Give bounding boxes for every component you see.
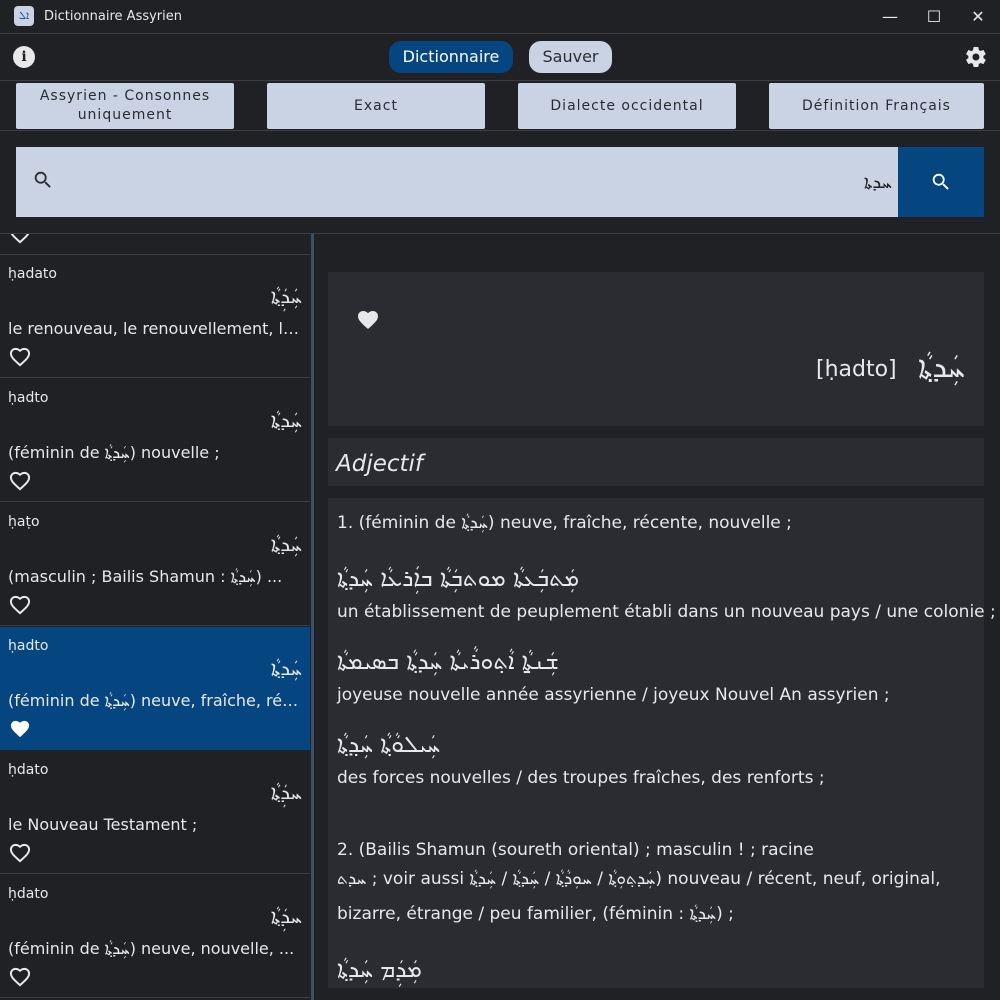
entry-syriac-word: ܚܲܕܬ݂ܵܐ — [918, 350, 965, 385]
search-button[interactable] — [898, 147, 984, 217]
heart-outline-icon[interactable] — [9, 595, 31, 615]
example-translation: un établissement de peuplement établi da… — [337, 602, 996, 622]
heart-filled-icon[interactable] — [356, 309, 380, 331]
definition-preview: (féminin de ܚܲܕܬ݂ܵܐ) nouvelle ; — [8, 443, 220, 462]
definition-line: 2. (Bailis Shamun (soureth oriental) ; m… — [337, 840, 814, 860]
entry-header-card — [328, 272, 984, 426]
list-item[interactable] — [0, 234, 310, 255]
app-icon: ܐܠ — [14, 6, 34, 26]
part-of-speech: Adjectif — [336, 451, 424, 477]
definition-preview: (féminin de ܚܲܕܬ݂ܵܐ) neuve, nouvelle, ..… — [8, 939, 295, 958]
list-item[interactable]: ḥdato ܚܕܲܬ݂ܵܐ (féminin de ܚܲܕܬ݂ܵܐ) neuve… — [0, 875, 310, 998]
search-icon — [34, 171, 51, 188]
syriac-word: ܚܕܲܬ݂ܵܐ — [270, 780, 302, 804]
definition-preview: le Nouveau Testament ; — [8, 815, 198, 834]
transliteration: ḥdato — [8, 762, 49, 778]
search-bar — [16, 147, 984, 217]
title-bar: ܐܠ Dictionnaire Assyrien — ☐ ✕ — [0, 0, 1000, 33]
definition-line: bizarre, étrange / peu familier, (fémini… — [337, 904, 734, 924]
filter-french-definition[interactable]: Définition Français — [769, 83, 984, 129]
list-item[interactable]: ḥdato ܚܕܲܬ݂ܵܐ le Nouveau Testament ; — [0, 751, 310, 874]
list-item[interactable]: ḥadato ܚܲܕܲܬ݂ܵܐ le renouveau, le renouve… — [0, 255, 310, 378]
list-item-selected[interactable]: ḥadto ܚܲܕܬ݂ܵܐ (féminin de ܚܲܕܬ݂ܵܐ) neuve… — [0, 627, 310, 750]
filter-consonants-only[interactable]: Assyrien - Consonnes uniquement — [16, 83, 234, 129]
example-syriac: ܫܲܢ̱ܬܵܐ ܐܵܬ݂ܘܪܵܝܬܵܐ ܚܲܕܬ݂ܵܐ ܒܣܝܡܬܵܐ — [337, 649, 560, 675]
tab-saved[interactable]: Sauver — [529, 41, 612, 73]
divider — [0, 33, 1000, 34]
example-translation: joyeuse nouvelle année assyrienne / joye… — [337, 685, 890, 705]
heart-outline-icon[interactable] — [9, 967, 31, 987]
filter-western-dialect[interactable]: Dialecte occidental — [518, 83, 736, 129]
list-item[interactable]: ḥadto ܚܲܕܬ݂ܵܐ (féminin de ܚܲܕܬ݂ܵܐ) nouve… — [0, 379, 310, 502]
window-title: Dictionnaire Assyrien — [44, 9, 183, 24]
entry-transliteration: [ḥadto] — [816, 357, 897, 382]
gear-icon[interactable] — [964, 45, 988, 69]
heart-filled-icon[interactable] — [9, 719, 31, 739]
splitter-handle[interactable] — [311, 234, 314, 1000]
definition-line: 1. (féminin de ܚܲܕܬ݂ܵܐ) neuve, fraîche, … — [337, 513, 792, 533]
syriac-word: ܚܲܕܲܬ݂ܵܐ — [270, 284, 302, 308]
transliteration: ḥdato — [8, 886, 49, 902]
example-syriac: ܡܲܕܲܡ ܚܲܕܬ݂ܵܐ — [337, 957, 422, 983]
heart-outline-icon[interactable] — [9, 843, 31, 863]
example-syriac: ܚܲܝܠܘܵܬ݂ܵܐ ܚܲܕ݂ܬ݂ܵܐ — [337, 732, 441, 758]
definition-preview: (féminin de ܚܲܕܬ݂ܵܐ) neuve, fraîche, réc… — [8, 691, 302, 710]
info-icon[interactable]: i — [13, 46, 35, 68]
example-translation: des forces nouvelles / des troupes fraîc… — [337, 768, 825, 788]
definition-preview: le renouveau, le renouvellement, la ... — [8, 319, 302, 338]
definition-line: ܚܕܬ ; voir aussi ܚܲܕܬ݂ܘܼܬ݂ܵܐ / ܚܘܼܕܵܬ݂ܵܐ… — [337, 869, 941, 889]
part-of-speech-card — [328, 438, 984, 486]
list-item[interactable]: ḥaṭo ܚܲܕܬ݂ܵܐ (masculin ; Bailis Shamun :… — [0, 503, 310, 626]
minimize-button[interactable]: — — [868, 0, 912, 33]
heart-outline-icon[interactable] — [9, 347, 31, 367]
divider — [0, 80, 1000, 81]
results-list: ḥadato ܚܲܕܲܬ݂ܵܐ le renouveau, le renouve… — [0, 234, 310, 1000]
search-input[interactable] — [76, 147, 896, 217]
divider — [0, 130, 1000, 131]
syriac-word: ܚܲܕܬ݂ܵܐ — [270, 656, 302, 680]
search-icon — [932, 173, 949, 190]
heart-outline-icon[interactable] — [9, 471, 31, 491]
syriac-word: ܚܲܕܬ݂ܵܐ — [270, 408, 302, 432]
transliteration: ḥadto — [8, 638, 49, 654]
tab-dictionary[interactable]: Dictionnaire — [389, 41, 513, 73]
syriac-word: ܚܲܕܬ݂ܵܐ — [270, 532, 302, 556]
syriac-word: ܚܕܲܬ݂ܵܐ — [270, 904, 302, 928]
definition-preview: (masculin ; Bailis Shamun : ܚܲܕܬ݂ܵܐ) ... — [8, 567, 283, 586]
heart-outline-icon[interactable] — [9, 234, 31, 244]
transliteration: ḥaṭo — [8, 514, 40, 530]
filter-exact[interactable]: Exact — [267, 83, 485, 129]
transliteration: ḥadato — [8, 266, 57, 282]
maximize-button[interactable]: ☐ — [912, 0, 956, 33]
close-button[interactable]: ✕ — [956, 0, 1000, 33]
example-syriac: ܡܲܬܒܲܥܬܵܐ ܡܘܬܒܲܬܵܐ ܒܐܲܪܥܵܐ ܚܲܕܬ݂ܵܐ — [337, 566, 580, 592]
transliteration: ḥadto — [8, 390, 49, 406]
